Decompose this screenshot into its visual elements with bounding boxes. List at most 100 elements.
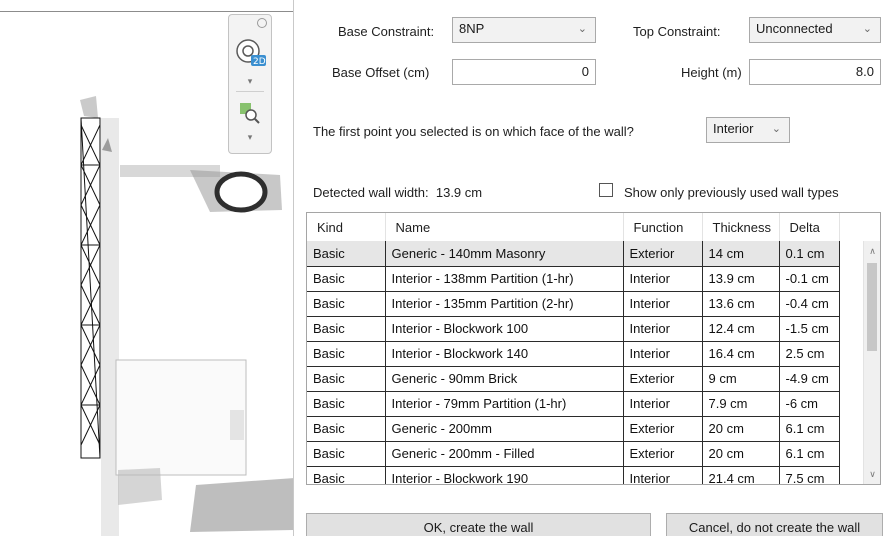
- cell-function: Exterior: [623, 441, 703, 467]
- scroll-up-icon[interactable]: ∧: [864, 243, 880, 259]
- column-header-kind[interactable]: Kind: [307, 213, 386, 241]
- scan-noise-lower: [190, 478, 293, 532]
- selected-wall-outline: [80, 117, 101, 459]
- scan-noise-mid: [118, 468, 162, 505]
- detected-width-value: 13.9 cm: [435, 185, 483, 200]
- room-block: [115, 359, 247, 476]
- cell-function: Exterior: [623, 366, 703, 392]
- cell-thickness: 7.9 cm: [702, 391, 780, 417]
- wall-types-table: Kind Name Function Thickness Delta Basic…: [306, 212, 881, 485]
- cell-kind: Basic: [307, 266, 386, 292]
- zoom-region-icon[interactable]: [234, 97, 266, 129]
- base-offset-input[interactable]: 0: [452, 59, 596, 85]
- table-row[interactable]: Basic Interior - Blockwork 100 Interior …: [307, 316, 840, 342]
- top-constraint-select[interactable]: Unconnected ⌄: [749, 17, 881, 43]
- cell-delta: -6 cm: [779, 391, 840, 417]
- cell-thickness: 13.6 cm: [702, 291, 780, 317]
- table-row[interactable]: Basic Interior - 79mm Partition (1-hr) I…: [307, 391, 840, 417]
- chevron-down-icon[interactable]: ▾: [245, 133, 255, 142]
- cell-thickness: 21.4 cm: [702, 466, 780, 484]
- wall-face-value: Interior: [713, 121, 754, 136]
- cell-name: Interior - 138mm Partition (1-hr): [385, 266, 624, 292]
- cell-thickness: 9 cm: [702, 366, 780, 392]
- scan-column: [214, 171, 268, 213]
- cell-thickness: 12.4 cm: [702, 316, 780, 342]
- navigation-bar: 2D ▾ ▾: [228, 14, 272, 154]
- cell-kind: Basic: [307, 341, 386, 367]
- scrollbar-thumb[interactable]: [867, 263, 877, 351]
- steering-wheel-2d-icon[interactable]: 2D: [234, 37, 266, 69]
- chevron-down-icon: ⌄: [862, 23, 872, 35]
- cell-delta: 6.1 cm: [779, 441, 840, 467]
- cell-delta: -0.4 cm: [779, 291, 840, 317]
- cell-function: Interior: [623, 391, 703, 417]
- table-row[interactable]: Basic Generic - 90mm Brick Exterior 9 cm…: [307, 366, 840, 392]
- table-row[interactable]: Basic Generic - 200mm - Filled Exterior …: [307, 441, 840, 467]
- table-header-row: Kind Name Function Thickness Delta: [307, 213, 840, 241]
- column-header-function[interactable]: Function: [623, 213, 703, 241]
- cell-delta: -0.1 cm: [779, 266, 840, 292]
- cell-function: Interior: [623, 291, 703, 317]
- column-header-name[interactable]: Name: [385, 213, 624, 241]
- chevron-down-icon: ⌄: [771, 123, 781, 135]
- wall-face-select[interactable]: Interior ⌄: [706, 117, 790, 143]
- column-header-delta[interactable]: Delta: [779, 213, 840, 241]
- detected-width-label: Detected wall width: 13.9 cm: [313, 185, 482, 200]
- detected-width-caption: Detected wall width:: [313, 185, 429, 200]
- cell-name: Generic - 90mm Brick: [385, 366, 624, 392]
- height-input[interactable]: 8.0: [749, 59, 881, 85]
- cell-name: Interior - Blockwork 140: [385, 341, 624, 367]
- cell-delta: 0.1 cm: [779, 241, 840, 267]
- top-constraint-label: Top Constraint:: [633, 24, 721, 39]
- cell-name: Generic - 200mm - Filled: [385, 441, 624, 467]
- ok-create-wall-button[interactable]: OK, create the wall: [306, 513, 651, 536]
- cell-delta: -4.9 cm: [779, 366, 840, 392]
- cancel-create-wall-button[interactable]: Cancel, do not create the wall: [666, 513, 883, 536]
- cell-thickness: 20 cm: [702, 441, 780, 467]
- base-constraint-label: Base Constraint:: [338, 24, 435, 39]
- door-jamb: [230, 410, 244, 440]
- cell-name: Interior - 135mm Partition (2-hr): [385, 291, 624, 317]
- cell-thickness: 13.9 cm: [702, 266, 780, 292]
- cell-kind: Basic: [307, 316, 386, 342]
- navbar-divider: [236, 91, 264, 92]
- cell-function: Exterior: [623, 416, 703, 442]
- cell-function: Exterior: [623, 241, 703, 267]
- base-constraint-select[interactable]: 8NP ⌄: [452, 17, 596, 43]
- cell-name: Interior - Blockwork 190: [385, 466, 624, 484]
- cell-kind: Basic: [307, 441, 386, 467]
- cell-delta: 7.5 cm: [779, 466, 840, 484]
- cell-thickness: 14 cm: [702, 241, 780, 267]
- cell-delta: -1.5 cm: [779, 316, 840, 342]
- column-header-thickness[interactable]: Thickness: [702, 213, 780, 241]
- table-row[interactable]: Basic Interior - Blockwork 140 Interior …: [307, 341, 840, 367]
- table-row[interactable]: Basic Interior - 138mm Partition (1-hr) …: [307, 266, 840, 292]
- cell-thickness: 20 cm: [702, 416, 780, 442]
- cell-kind: Basic: [307, 466, 386, 484]
- create-wall-dialog: Base Constraint: 8NP ⌄ Top Constraint: U…: [294, 0, 887, 536]
- cell-kind: Basic: [307, 391, 386, 417]
- table-row[interactable]: Basic Generic - 200mm Exterior 20 cm 6.1…: [307, 416, 840, 442]
- top-constraint-value: Unconnected: [756, 21, 833, 36]
- viewport-canvas[interactable]: 2D ▾ ▾: [0, 0, 294, 536]
- chevron-down-icon[interactable]: ▾: [245, 77, 255, 86]
- table-row[interactable]: Basic Interior - 135mm Partition (2-hr) …: [307, 291, 840, 317]
- cell-kind: Basic: [307, 291, 386, 317]
- scan-speck: [80, 96, 98, 118]
- table-scrollbar[interactable]: ∧ ∨: [863, 241, 880, 484]
- scroll-down-icon[interactable]: ∨: [864, 466, 880, 482]
- navbar-close-icon[interactable]: [257, 18, 267, 28]
- cell-name: Interior - 79mm Partition (1-hr): [385, 391, 624, 417]
- cell-function: Interior: [623, 316, 703, 342]
- cell-function: Interior: [623, 341, 703, 367]
- table-row[interactable]: Basic Interior - Blockwork 190 Interior …: [307, 466, 840, 484]
- table-row[interactable]: Basic Generic - 140mm Masonry Exterior 1…: [307, 241, 840, 267]
- cell-kind: Basic: [307, 241, 386, 267]
- show-previous-checkbox[interactable]: [599, 183, 613, 197]
- cell-kind: Basic: [307, 416, 386, 442]
- cell-function: Interior: [623, 266, 703, 292]
- cell-name: Interior - Blockwork 100: [385, 316, 624, 342]
- cell-thickness: 16.4 cm: [702, 341, 780, 367]
- cell-delta: 2.5 cm: [779, 341, 840, 367]
- cell-kind: Basic: [307, 366, 386, 392]
